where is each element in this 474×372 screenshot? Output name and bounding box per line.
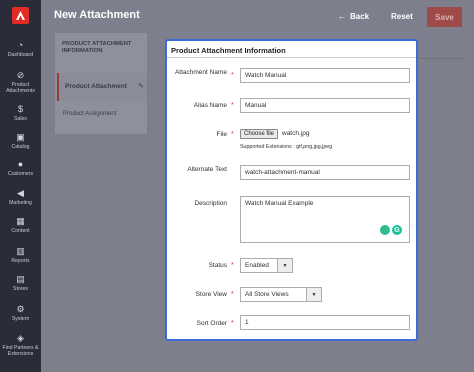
required-marker: *	[231, 72, 234, 79]
sidebar-item-reports[interactable]: ▥ Reports	[0, 246, 41, 264]
required-marker: *	[231, 102, 234, 109]
puzzle-icon: ◈	[17, 333, 24, 343]
store-view-label: Store View	[195, 291, 227, 298]
grammarly-icon[interactable]: G	[392, 225, 402, 235]
alternate-text-label: Alternate Text	[187, 166, 227, 173]
save-button[interactable]: Save	[427, 7, 462, 27]
sort-order-input[interactable]: 1	[240, 315, 410, 330]
required-marker: *	[231, 262, 234, 269]
product-attachment-panel: Product Attachment Information Attachmen…	[165, 39, 418, 341]
sidebar-item-catalog[interactable]: ▣ Catalog	[0, 132, 41, 150]
attachment-name-label: Attachment Name	[174, 69, 227, 76]
dollar-icon: $	[17, 104, 23, 114]
alternate-text-input[interactable]: watch-attachment-manual	[240, 165, 410, 180]
store-view-select[interactable]: All Store Views ▼	[240, 287, 322, 302]
megaphone-icon: ◀	[17, 188, 24, 198]
box-icon: ▣	[16, 132, 25, 142]
chevron-down-icon: ▼	[306, 288, 321, 301]
file-label: File	[216, 131, 227, 138]
arrow-left-icon: ←	[338, 12, 346, 21]
tab-product-assignment[interactable]: Product Assignment	[63, 111, 116, 117]
gear-icon: ⚙	[16, 304, 25, 314]
alias-name-label: Alias Name	[193, 102, 227, 109]
paperclip-icon: ⊘	[16, 70, 25, 80]
store-icon: ▤	[16, 274, 25, 284]
description-label: Description	[194, 200, 227, 207]
back-button[interactable]: ← Back	[338, 12, 369, 21]
chevron-down-icon: ▼	[277, 259, 292, 272]
sidebar-item-product-attachments[interactable]: ⊘ Product Attachments	[0, 70, 41, 94]
sidebar-item-stores[interactable]: ▤ Stores	[0, 274, 41, 292]
selected-file-name: watch.jpg	[282, 130, 310, 137]
person-icon: ●	[17, 159, 24, 169]
required-marker: *	[231, 131, 234, 138]
tab-product-attachment[interactable]: Product Attachment ✎	[57, 73, 147, 101]
tabs-title: PRODUCT ATTACHMENT INFORMATION	[62, 41, 132, 54]
sort-order-label: Sort Order	[196, 320, 227, 327]
divider	[419, 58, 464, 59]
alias-name-input[interactable]: Manual	[240, 98, 410, 113]
admin-sidebar: ◔ Dashboard ⊘ Product Attachments $ Sale…	[0, 0, 41, 372]
required-marker: *	[231, 291, 234, 298]
sidebar-item-content[interactable]: ▦ Content	[0, 216, 41, 234]
panel-title: Product Attachment Information	[171, 46, 286, 55]
required-marker: *	[231, 320, 234, 327]
sidebar-item-dashboard[interactable]: ◔ Dashboard	[0, 40, 41, 58]
panel-divider	[167, 57, 416, 58]
choose-file-button[interactable]: Choose file	[240, 129, 279, 139]
sidebar-item-marketing[interactable]: ◀ Marketing	[0, 188, 41, 206]
bar-chart-icon: ▥	[16, 246, 25, 256]
status-select[interactable]: Enabled ▼	[240, 258, 293, 273]
sidebar-item-system[interactable]: ⚙ System	[0, 304, 41, 322]
page-title: New Attachment	[54, 9, 140, 21]
speedometer-icon: ◔	[17, 40, 24, 50]
pencil-icon: ✎	[138, 83, 144, 90]
magento-logo-icon[interactable]	[12, 7, 29, 24]
description-textarea[interactable]: Watch Manual Example G	[240, 196, 410, 243]
sidebar-item-find-partners[interactable]: ◈ Find Partners & Extensions	[0, 333, 41, 357]
status-label: Status	[208, 262, 227, 269]
reset-button[interactable]: Reset	[391, 12, 413, 21]
sidebar-item-sales[interactable]: $ Sales	[0, 104, 41, 122]
layout-icon: ▦	[16, 216, 25, 226]
attachment-name-input[interactable]: Watch Manual	[240, 68, 410, 83]
location-pin-icon[interactable]	[380, 225, 390, 235]
supported-extensions-note: Supported Extensions : gif,png,jpg,jpeg	[240, 144, 333, 150]
sidebar-item-customers[interactable]: ● Customers	[0, 159, 41, 177]
attachment-tabs: PRODUCT ATTACHMENT INFORMATION Product A…	[55, 33, 147, 134]
